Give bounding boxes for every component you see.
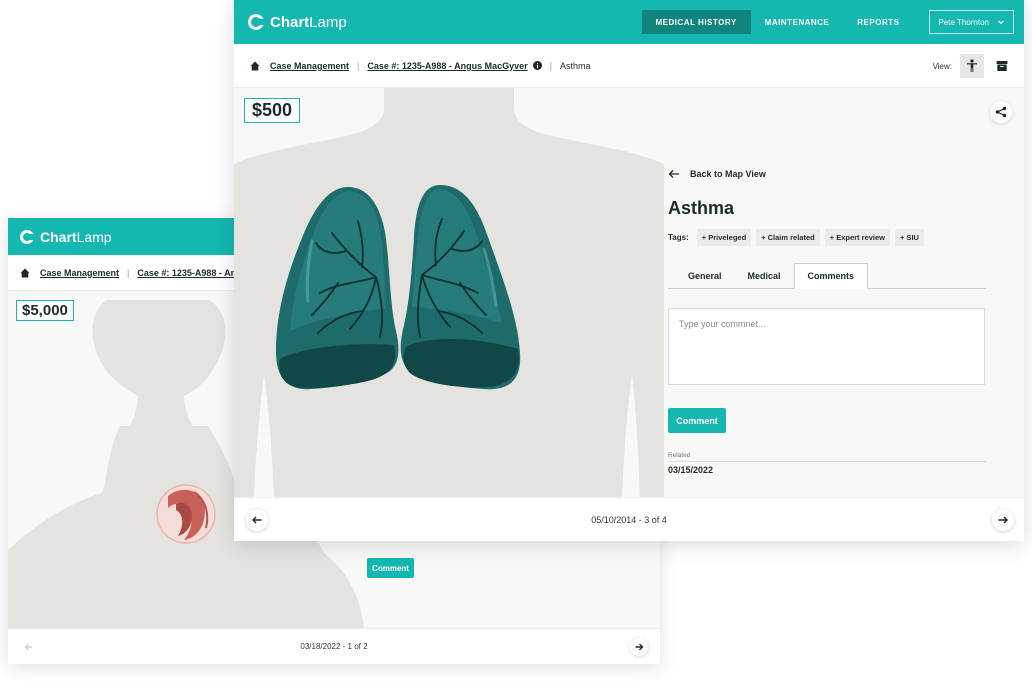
front-window: Chart Lamp MEDICAL HISTORY MAINTENANCE RE… [234, 0, 1024, 541]
arrow-left-icon [24, 643, 32, 651]
arrow-right-icon [998, 516, 1008, 524]
condition-title: Asthma [668, 198, 735, 218]
front-breadcrumb: Case Management | Case #: 1235-A988 - An… [234, 44, 1024, 88]
related-date: 03/15/2022 [668, 465, 714, 475]
back-next-button[interactable] [630, 638, 648, 656]
related-label: Related [668, 452, 986, 462]
breadcrumb-separator: | [127, 267, 130, 278]
tags-label: Tags: [668, 233, 689, 242]
user-name: Pete Thornton [938, 17, 989, 27]
screenshot-stage: Chart Lamp Case Management | Case #: 1235… [0, 0, 1032, 681]
body-view-button[interactable] [960, 54, 984, 78]
front-pagination-text: 05/10/2014 - 3 of 4 [591, 514, 667, 525]
brand-name-light: Lamp [309, 13, 347, 31]
back-price-badge: $5,000 [16, 300, 74, 321]
brand-name-light: Lamp [76, 228, 112, 245]
front-next-button[interactable] [992, 509, 1014, 531]
share-button[interactable] [990, 101, 1012, 123]
arrow-right-icon [635, 643, 644, 651]
breadcrumb-condition: Asthma [559, 60, 591, 71]
share-icon [995, 106, 1007, 118]
tab-medical[interactable]: Medical [735, 263, 794, 288]
view-switcher: View: [933, 54, 1014, 78]
nav-reports[interactable]: REPORTS [843, 10, 913, 34]
tag-expert-review[interactable]: + Expert review [824, 229, 890, 246]
back-footer: 03/18/2022 - 1 of 2 [8, 628, 660, 664]
tab-general[interactable]: General [675, 263, 735, 288]
brand-name-bold: Chart [40, 228, 77, 245]
breadcrumb-separator: | [549, 60, 552, 71]
tag-claim-related[interactable]: + Claim related [756, 229, 820, 246]
front-prev-button[interactable] [246, 509, 268, 531]
chevron-down-icon [998, 20, 1004, 25]
body-view-icon [967, 59, 977, 72]
arrow-left-icon [668, 170, 679, 178]
info-icon[interactable] [532, 61, 542, 70]
breadcrumb-case-management[interactable]: Case Management [40, 268, 119, 278]
archive-icon [996, 61, 1008, 71]
archive-view-button[interactable] [990, 54, 1014, 78]
brand-name-bold: Chart [270, 13, 310, 31]
back-prev-button[interactable] [20, 638, 38, 656]
tag-priveleged[interactable]: + Priveleged [696, 229, 752, 246]
view-label: View: [932, 61, 952, 71]
home-icon[interactable] [250, 61, 260, 71]
breadcrumb-separator: | [357, 60, 360, 71]
breadcrumb-case-management[interactable]: Case Management [270, 61, 349, 71]
tab-comments[interactable]: Comments [793, 263, 869, 289]
logo-icon [20, 229, 34, 244]
back-brand-logo[interactable]: Chart Lamp [20, 229, 112, 245]
back-pagination-text: 03/18/2022 - 1 of 2 [300, 642, 368, 651]
nav-medical-history[interactable]: MEDICAL HISTORY [641, 10, 751, 34]
main-nav: MEDICAL HISTORY MAINTENANCE REPORTS Pete… [641, 10, 1014, 34]
home-icon[interactable] [20, 268, 30, 278]
front-price-badge: $500 [244, 98, 301, 123]
nav-maintenance[interactable]: MAINTENANCE [751, 10, 844, 34]
front-footer: 05/10/2014 - 3 of 4 [234, 497, 1024, 541]
front-brand-logo[interactable]: Chart Lamp [248, 14, 347, 31]
lungs-illustration [276, 185, 521, 390]
breadcrumb-case-number[interactable]: Case #: 1235-A988 - Angus MacGyver [367, 61, 527, 71]
condition-panel: Back to Map View Asthma Tags: + Priveleg… [668, 168, 986, 475]
arrow-left-icon [252, 516, 262, 524]
front-top-bar: Chart Lamp MEDICAL HISTORY MAINTENANCE RE… [234, 0, 1024, 44]
comment-button[interactable]: Comment [668, 408, 726, 433]
back-comment-button[interactable]: Comment [367, 558, 414, 578]
logo-icon [248, 14, 264, 30]
user-menu[interactable]: Pete Thornton [929, 10, 1014, 34]
back-to-map-label: Back to Map View [690, 169, 766, 179]
detail-tabs: General Medical Comments [668, 263, 986, 289]
back-to-map-link[interactable]: Back to Map View [668, 168, 986, 180]
tags-row: Tags: + Priveleged + Claim related + Exp… [668, 229, 986, 246]
tag-siu[interactable]: + SIU [894, 229, 924, 246]
comment-input[interactable] [668, 308, 985, 385]
